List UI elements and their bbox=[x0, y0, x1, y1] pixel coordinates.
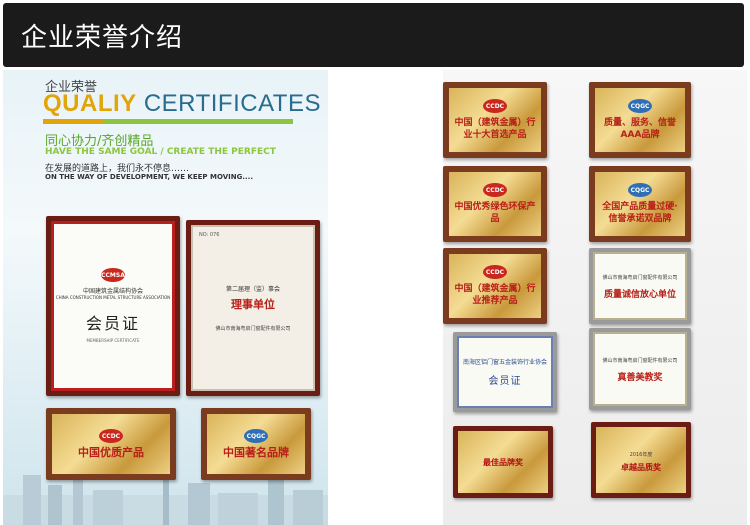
cert-china-famous-brand: CQGC 中国著名品牌 bbox=[201, 408, 311, 480]
page-title: 企业荣誉介绍 bbox=[21, 22, 184, 53]
cert-r5: CCDC 中国（建筑金属）行业推荐产品 bbox=[443, 248, 547, 324]
ccdc-logo-icon: CCDC bbox=[99, 429, 123, 443]
intro-title-rest: CERTIFICATES bbox=[136, 90, 321, 117]
intro-title-q: QUALIY bbox=[43, 90, 137, 117]
banner-divider bbox=[328, 70, 443, 525]
cert-china-quality-product: CCDC 中国优质产品 bbox=[46, 408, 176, 480]
cert-r4: CQGC 全国产品质量过硬·信誉承诺双品牌 bbox=[589, 166, 691, 242]
ccdc-logo-icon: CCDC bbox=[483, 265, 507, 279]
title-underline bbox=[43, 119, 293, 124]
page-header: 企业荣誉介绍 bbox=[3, 3, 744, 67]
slogan-en: HAVE THE SAME GOAL / CREATE THE PERFECT bbox=[45, 147, 276, 157]
cert-r6: 佛山市南海粤启门窗配件有限公司 质量诚信放心单位 bbox=[589, 248, 691, 324]
cqgc-logo-icon: CQGC bbox=[628, 183, 652, 197]
honor-banner: 企业荣誉 QUALIY CERTIFICATES 同心协力/齐创精品 HAVE … bbox=[3, 70, 747, 525]
cert-r3: CCDC 中国优秀绿色环保产品 bbox=[443, 166, 547, 242]
cert-r8: 佛山市南海粤启门窗配件有限公司 真善美教奖 bbox=[589, 328, 691, 410]
cert-r2: CQGC 质量、服务、信誉AAA品牌 bbox=[589, 82, 691, 158]
cqgc-logo-icon: CQGC bbox=[244, 429, 268, 443]
cert-nanhai-director: NO: 076 第二届理（监）事会 理事单位 佛山市南海粤启门窗配件有限公司 bbox=[186, 220, 320, 396]
cert-r10: 2016年度 卓越品质奖 bbox=[591, 422, 691, 498]
intro-title: QUALIY CERTIFICATES bbox=[43, 90, 321, 118]
way-en: ON THE WAY OF DEVELOPMENT, WE KEEP MOVIN… bbox=[45, 173, 253, 181]
cert-r7: 南海区铝门窗五金装饰行业协会 会员证 bbox=[453, 332, 557, 412]
cert-ccmsa-member: CCMSA 中国建筑金属结构协会 CHINA CONSTRUCTION META… bbox=[46, 216, 180, 396]
cert-r1: CCDC 中国（建筑金属）行业十大首选产品 bbox=[443, 82, 547, 158]
ccmsa-logo-icon: CCMSA bbox=[101, 268, 125, 282]
ccdc-logo-icon: CCDC bbox=[483, 99, 507, 113]
ccdc-logo-icon: CCDC bbox=[483, 183, 507, 197]
cert-r9: 最佳品牌奖 bbox=[453, 426, 553, 498]
cqgc-logo-icon: CQGC bbox=[628, 99, 652, 113]
